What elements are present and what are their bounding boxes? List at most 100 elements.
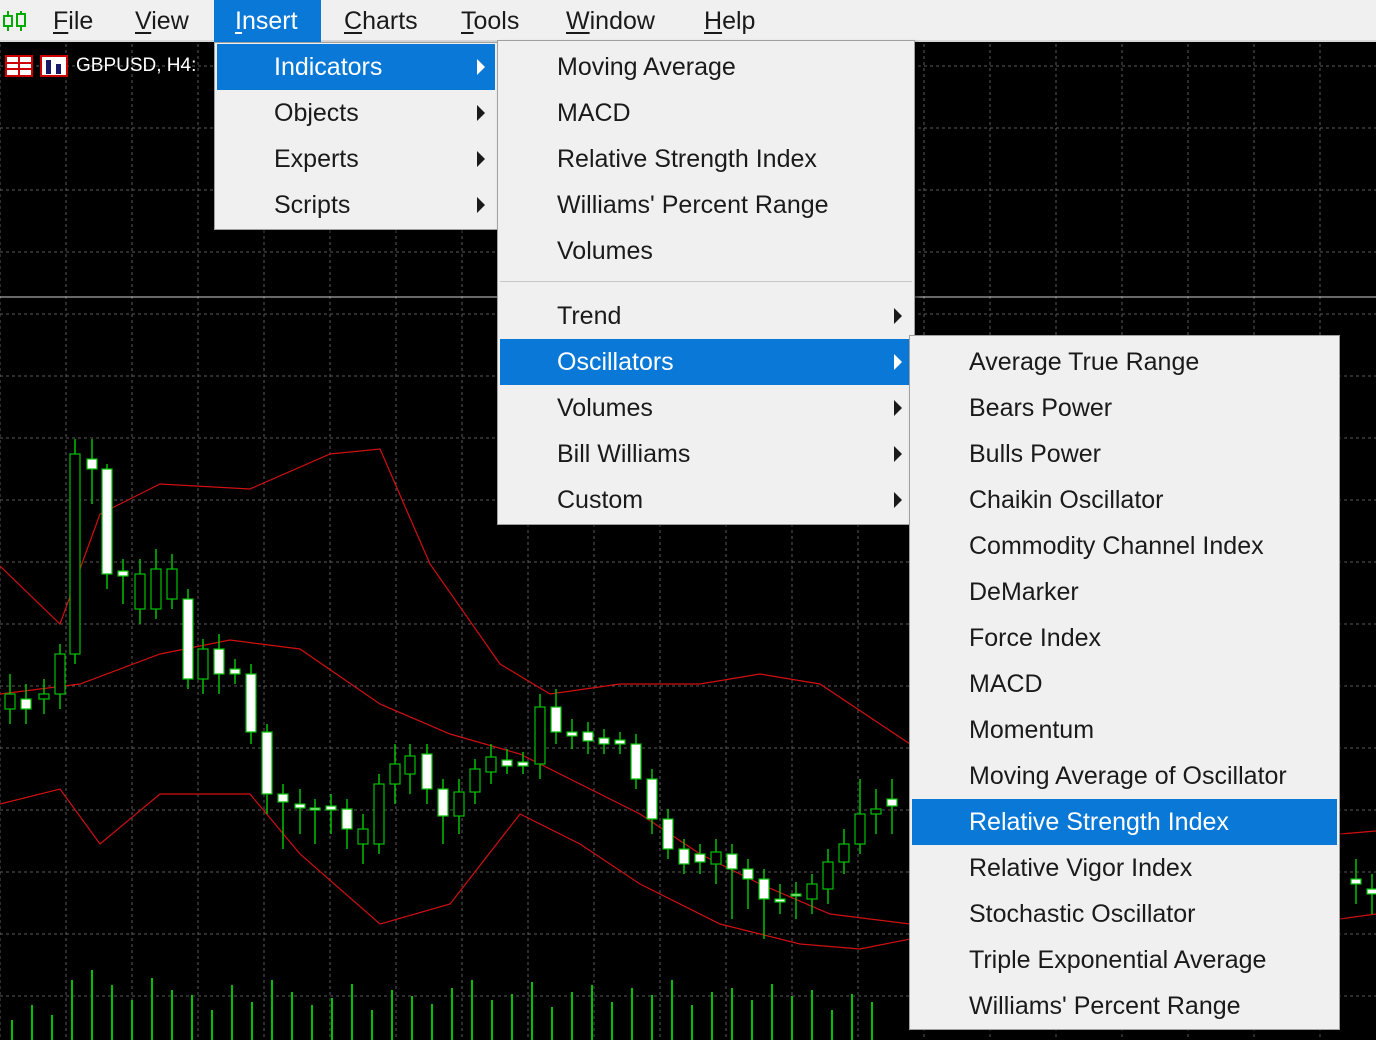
candle-body [294,803,306,809]
band-line [0,639,911,925]
candle-body [614,739,626,745]
menu-item-custom[interactable]: Custom [500,477,912,523]
menu-view[interactable]: View [135,0,189,42]
candle-body [678,848,690,865]
menu-item-rsi[interactable]: Relative Strength Index [500,136,912,182]
candle-body [550,706,562,733]
menu-tools[interactable]: Tools [461,0,519,42]
candle-body [277,793,289,803]
candle-body [197,648,209,680]
candle-body [229,668,241,675]
candle-body [598,737,610,745]
candle-body [309,807,321,811]
menu-item-macd[interactable]: MACD [500,90,912,136]
menu-item-relative-strength-index[interactable]: Relative Strength Index [912,799,1337,845]
candle-body [534,706,546,765]
candle-body [325,805,337,811]
candle-body [117,570,129,577]
candle-body [517,761,529,767]
menu-item-bears-power[interactable]: Bears Power [912,385,1337,431]
candle-body [86,458,98,470]
candle-body [101,468,113,575]
menu-bar: File View Insert Charts Tools Window Hel… [0,0,1376,42]
candle-body [630,743,642,780]
menu-item-scripts[interactable]: Scripts [217,182,495,228]
menu-item-objects[interactable]: Objects [217,90,495,136]
menu-item-williams-percent-range-osc[interactable]: Williams' Percent Range [912,983,1337,1029]
menu-item-oscillators[interactable]: Oscillators [500,339,912,385]
insert-menu: Indicators Objects Experts Scripts [214,42,498,230]
menu-window[interactable]: Window [566,0,655,42]
candlestick-chart-icon [3,11,26,31]
candle-body [774,898,786,903]
chart-bars-icon [40,55,68,77]
candle-body [1350,878,1362,885]
candle-body [261,731,273,795]
candle-body [373,783,385,845]
menu-item-relative-vigor-index[interactable]: Relative Vigor Index [912,845,1337,891]
menu-item-moving-average-of-oscillator[interactable]: Moving Average of Oscillator [912,753,1337,799]
menu-item-volumes-group[interactable]: Volumes [500,385,912,431]
candle-body [870,808,882,815]
candle-body [134,573,146,610]
menu-item-momentum[interactable]: Momentum [912,707,1337,753]
candle-body [69,453,81,655]
band-line [1339,830,1376,835]
menu-insert[interactable]: Insert [214,0,321,42]
candle-body [485,756,497,773]
candle-body [838,843,850,863]
submenu-arrow-icon [477,105,485,121]
candle-body [389,763,401,785]
submenu-arrow-icon [894,308,902,324]
submenu-arrow-icon [894,446,902,462]
candle-body [822,861,834,890]
candle-body [357,828,369,845]
submenu-arrow-icon [477,197,485,213]
candle-body [421,753,433,790]
chart-tab-title: GBPUSD, H4: [76,55,197,76]
menu-item-triple-exponential-average[interactable]: Triple Exponential Average [912,937,1337,983]
menu-item-commodity-channel-index[interactable]: Commodity Channel Index [912,523,1337,569]
menu-item-force-index[interactable]: Force Index [912,615,1337,661]
menu-item-stochastic-oscillator[interactable]: Stochastic Oscillator [912,891,1337,937]
menu-help[interactable]: Help [704,0,755,42]
candle-body [20,698,32,710]
menu-item-indicators[interactable]: Indicators [217,44,495,90]
candle-body [38,693,50,700]
submenu-arrow-icon [477,59,485,75]
candle-body [758,878,770,900]
menu-item-bill-williams[interactable]: Bill Williams [500,431,912,477]
menu-item-moving-average[interactable]: Moving Average [500,44,912,90]
menu-item-chaikin-oscillator[interactable]: Chaikin Oscillator [912,477,1337,523]
oscillators-submenu: Average True Range Bears Power Bulls Pow… [909,335,1340,1030]
menu-item-average-true-range[interactable]: Average True Range [912,339,1337,385]
menu-item-williams-percent-range[interactable]: Williams' Percent Range [500,182,912,228]
candle-body [694,853,706,863]
candle-body [501,759,513,767]
menu-item-bulls-power[interactable]: Bulls Power [912,431,1337,477]
menu-item-macd-osc[interactable]: MACD [912,661,1337,707]
submenu-arrow-icon [894,354,902,370]
menu-file[interactable]: File [53,0,93,42]
candle-body [437,788,449,817]
band-line [1339,913,1376,920]
submenu-arrow-icon [894,400,902,416]
candle-body [54,653,66,695]
submenu-arrow-icon [894,492,902,508]
candle-body [453,791,465,817]
candle-body [166,568,178,600]
candle-body [213,648,225,675]
candle-body [790,893,802,897]
menu-item-demarker[interactable]: DeMarker [912,569,1337,615]
candle-body [341,808,353,830]
chart-tab[interactable]: GBPUSD, H4: [0,52,196,80]
candle-body [726,853,738,870]
candle-body [646,778,658,820]
candle-body [245,673,257,733]
menu-charts[interactable]: Charts [344,0,418,42]
candle-body [566,731,578,737]
menu-item-experts[interactable]: Experts [217,136,495,182]
menu-item-trend[interactable]: Trend [500,293,912,339]
menu-item-volumes[interactable]: Volumes [500,228,912,274]
candle-body [469,768,481,793]
